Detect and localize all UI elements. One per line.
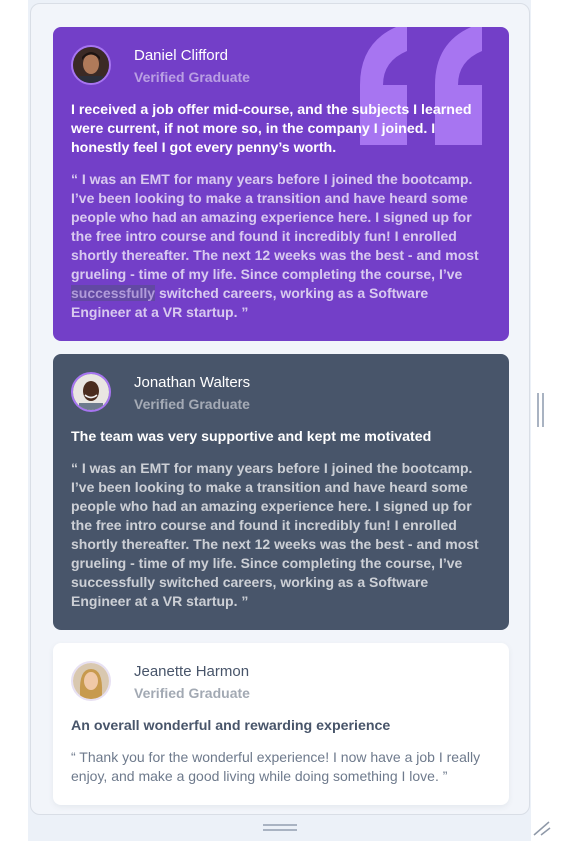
avatar xyxy=(71,372,111,412)
testimonial-card-daniel: Daniel Clifford Verified Graduate I rece… xyxy=(53,27,509,341)
testimonial-body: “ I was an EMT for many years before I j… xyxy=(71,460,479,609)
testimonial-headline: I received a job offer mid-course, and t… xyxy=(71,102,472,156)
author-name: Jeanette Harmon xyxy=(134,663,250,680)
author-role: Verified Graduate xyxy=(134,69,250,85)
window-frame-left xyxy=(0,0,28,841)
testimonial-headline: The team was very supportive and kept me… xyxy=(71,429,432,445)
testimonial-card-jonathan: Jonathan Walters Verified Graduate The t… xyxy=(53,354,509,630)
testimonial-header: Jonathan Walters Verified Graduate xyxy=(71,372,491,414)
testimonial-body: “ Thank you for the wonderful experience… xyxy=(71,749,481,784)
author-role: Verified Graduate xyxy=(134,685,250,701)
selected-text-highlight: successfully xyxy=(71,285,156,301)
testimonial-headline: An overall wonderful and rewarding exper… xyxy=(71,718,391,734)
horizontal-resize-handle[interactable] xyxy=(263,824,297,834)
testimonial-header: Daniel Clifford Verified Graduate xyxy=(71,45,491,87)
resize-grip-icon[interactable] xyxy=(532,820,552,836)
body-text: “ I was an EMT for many years before I j… xyxy=(71,171,479,282)
avatar xyxy=(71,661,111,701)
testimonial-body: “ I was an EMT for many years before I j… xyxy=(71,170,491,322)
testimonial-header: Jeanette Harmon Verified Graduate xyxy=(71,661,491,703)
page-viewport: Daniel Clifford Verified Graduate I rece… xyxy=(30,3,530,815)
avatar xyxy=(71,45,111,85)
author-name: Jonathan Walters xyxy=(134,374,251,391)
author-role: Verified Graduate xyxy=(134,396,250,412)
testimonial-card-jeanette: Jeanette Harmon Verified Graduate An ove… xyxy=(53,643,509,805)
vertical-resize-handle[interactable] xyxy=(537,393,547,427)
author-name: Daniel Clifford xyxy=(134,47,228,64)
